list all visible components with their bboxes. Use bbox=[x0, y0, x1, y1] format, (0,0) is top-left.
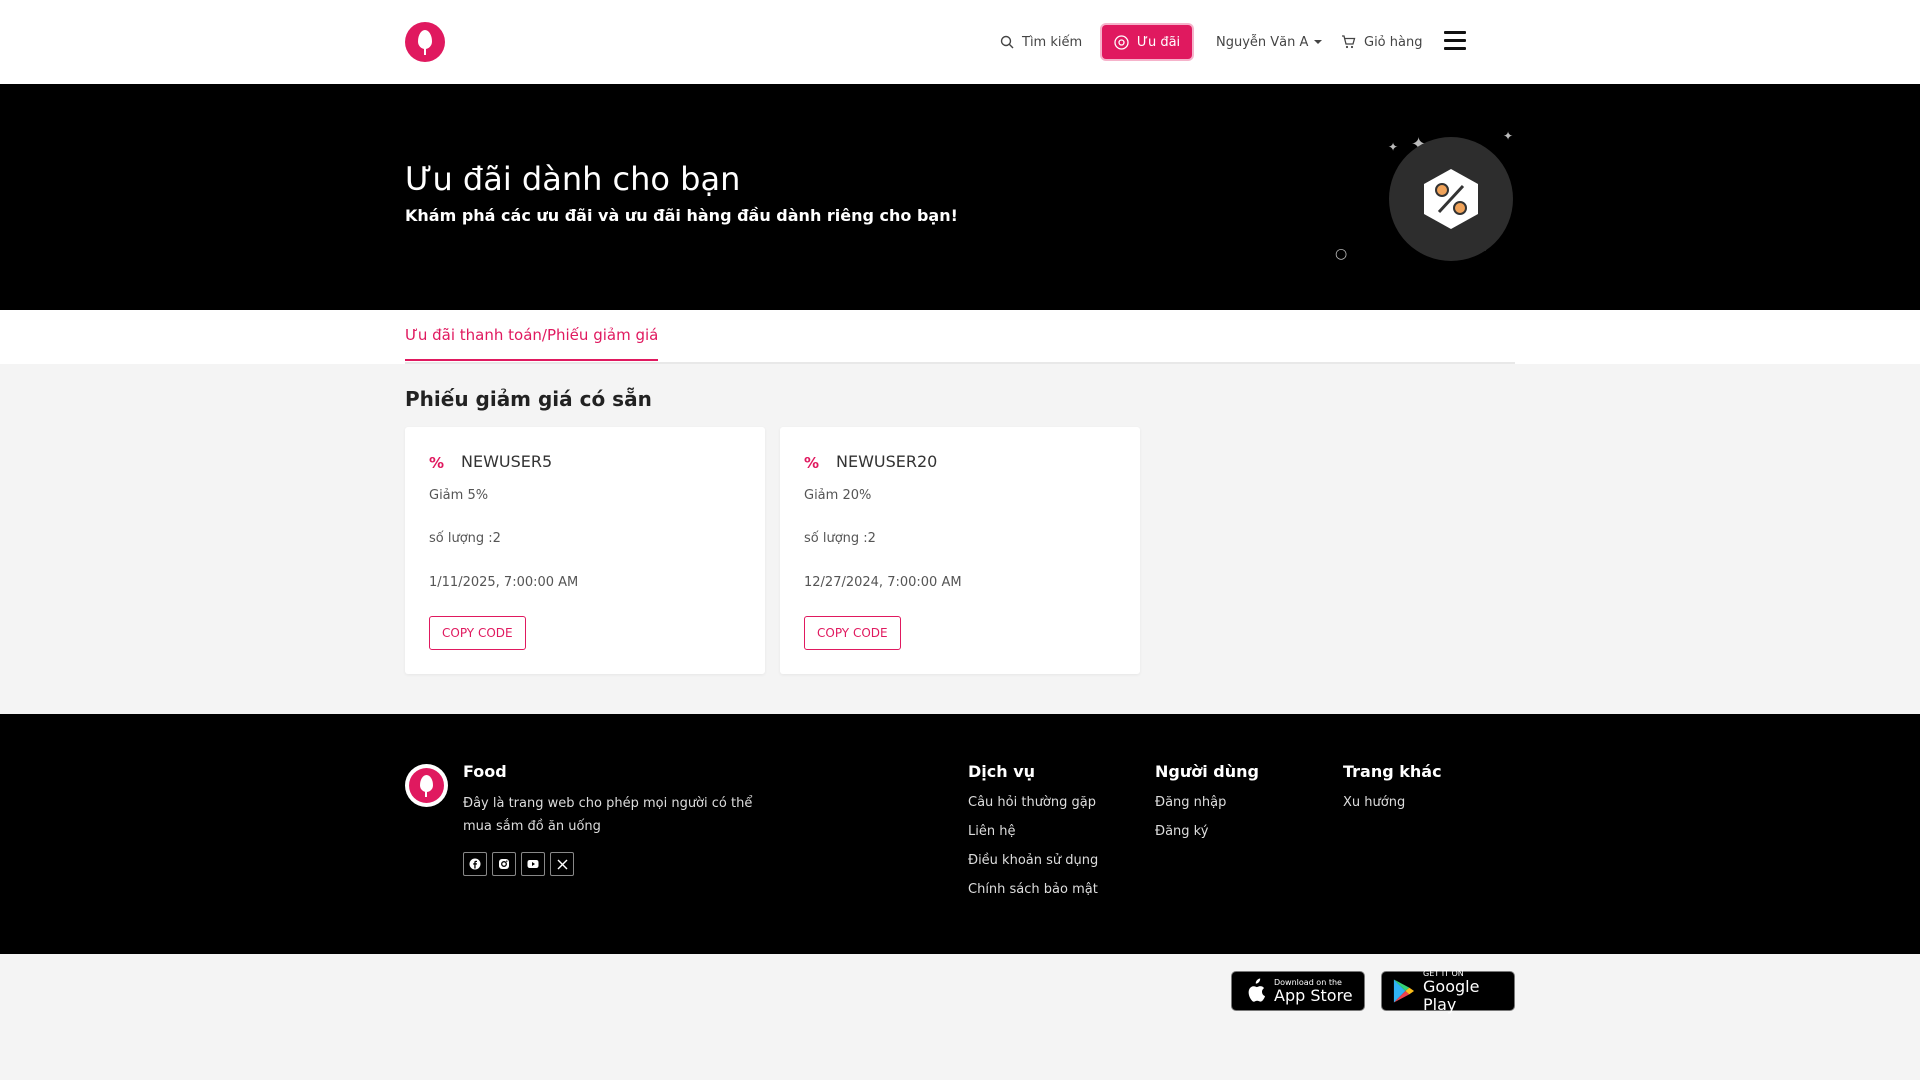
app-store-big-text: App Store bbox=[1274, 985, 1353, 1005]
section-title: Phiếu giảm giá có sẵn bbox=[405, 387, 652, 411]
footer-link-trending[interactable]: Xu hướng bbox=[1343, 795, 1442, 812]
user-name: Nguyễn Văn A bbox=[1216, 34, 1309, 50]
cart-icon bbox=[1342, 35, 1356, 49]
nav-search-label: Tìm kiếm bbox=[1022, 34, 1083, 50]
instagram-icon[interactable] bbox=[492, 852, 516, 876]
social-links bbox=[463, 852, 574, 876]
logo[interactable] bbox=[405, 22, 445, 62]
footer-link-privacy[interactable]: Chính sách bảo mật bbox=[968, 882, 1098, 899]
search-icon bbox=[1000, 35, 1014, 49]
percent-icon: % bbox=[429, 454, 445, 472]
footer-column-other: Trang khác Xu hướng bbox=[1343, 762, 1442, 824]
ring-icon: ○ bbox=[1335, 246, 1348, 262]
voucher-code: NEWUSER20 bbox=[836, 452, 938, 471]
footer-link-register[interactable]: Đăng ký bbox=[1155, 824, 1259, 841]
apple-icon bbox=[1248, 978, 1265, 1002]
footer-link-contact[interactable]: Liên hệ bbox=[968, 824, 1098, 841]
footer-column-heading: Dịch vụ bbox=[968, 762, 1036, 781]
app-store-badge[interactable]: Download on the App Store bbox=[1231, 971, 1365, 1011]
footer-link-login[interactable]: Đăng nhập bbox=[1155, 795, 1259, 812]
sparkle-icon: ✦ bbox=[1503, 129, 1514, 143]
google-play-big-text: Google Play bbox=[1423, 976, 1480, 1014]
user-menu-dropdown[interactable]: Nguyễn Văn A bbox=[1216, 31, 1323, 53]
voucher-card: % NEWUSER5 Giảm 5% số lượng :2 1/11/2025… bbox=[405, 427, 765, 674]
nav-cart-link[interactable]: Giỏ hàng bbox=[1341, 31, 1422, 53]
voucher-code: NEWUSER5 bbox=[461, 452, 553, 471]
hamburger-menu-icon[interactable] bbox=[1444, 31, 1466, 51]
percent-icon: % bbox=[804, 454, 820, 472]
footer: Food Đây là trang web cho phép mọi người… bbox=[0, 714, 1920, 954]
footer-logo[interactable] bbox=[405, 764, 448, 807]
google-play-icon bbox=[1393, 979, 1415, 1003]
tab-payment-vouchers[interactable]: Ưu đãi thanh toán/Phiếu giảm giá bbox=[405, 326, 659, 361]
hero-banner: Ưu đãi dành cho bạn Khám phá các ưu đãi … bbox=[0, 84, 1920, 310]
voucher-discount: Giảm 5% bbox=[429, 488, 489, 503]
nav-cart-label: Giỏ hàng bbox=[1364, 34, 1423, 50]
tab-bar: Ưu đãi thanh toán/Phiếu giảm giá bbox=[0, 310, 1920, 364]
footer-column-heading: Người dùng bbox=[1155, 762, 1259, 781]
voucher-quantity: số lượng :2 bbox=[429, 531, 501, 546]
youtube-icon[interactable] bbox=[521, 852, 545, 876]
nav-search-link[interactable]: Tìm kiếm bbox=[1000, 31, 1082, 53]
footer-link-faq[interactable]: Câu hỏi thường gặp bbox=[968, 795, 1098, 812]
voucher-quantity: số lượng :2 bbox=[804, 531, 876, 546]
x-icon[interactable] bbox=[550, 852, 574, 876]
footer-brand: Food bbox=[463, 762, 507, 781]
voucher-discount: Giảm 20% bbox=[804, 488, 872, 503]
voucher-expiry: 12/27/2024, 7:00:00 AM bbox=[804, 575, 962, 590]
google-play-badge[interactable]: GET IT ON Google Play bbox=[1381, 969, 1515, 1014]
page-subtitle: Khám phá các ưu đãi và ưu đãi hàng đầu d… bbox=[405, 206, 958, 225]
caret-down-icon bbox=[1314, 40, 1323, 44]
facebook-icon[interactable] bbox=[463, 852, 487, 876]
coupon-icon bbox=[1114, 34, 1129, 50]
sparkle-icon: ✦ bbox=[1388, 140, 1399, 154]
footer-column-services: Dịch vụ Câu hỏi thường gặp Liên hệ Điều … bbox=[968, 762, 1098, 911]
nav-deals-label: Ưu đãi bbox=[1136, 34, 1181, 50]
nav-deals-button[interactable]: Ưu đãi bbox=[1102, 25, 1192, 59]
copy-code-button[interactable]: COPY CODE bbox=[429, 616, 526, 650]
footer-description: Đây là trang web cho phép mọi người có t… bbox=[463, 796, 753, 834]
header: Tìm kiếm Ưu đãi Nguyễn Văn A Giỏ hàng bbox=[0, 0, 1920, 84]
voucher-card: % NEWUSER20 Giảm 20% số lượng :2 12/27/2… bbox=[780, 427, 1140, 674]
percent-hexagon-icon bbox=[1424, 169, 1478, 229]
footer-column-users: Người dùng Đăng nhập Đăng ký bbox=[1155, 762, 1259, 853]
footer-column-heading: Trang khác bbox=[1343, 762, 1442, 781]
page-title: Ưu đãi dành cho bạn bbox=[405, 160, 741, 198]
voucher-expiry: 1/11/2025, 7:00:00 AM bbox=[429, 575, 579, 590]
discount-badge-illustration bbox=[1389, 137, 1513, 261]
copy-code-button[interactable]: COPY CODE bbox=[804, 616, 901, 650]
footer-link-terms[interactable]: Điều khoản sử dụng bbox=[968, 853, 1098, 870]
